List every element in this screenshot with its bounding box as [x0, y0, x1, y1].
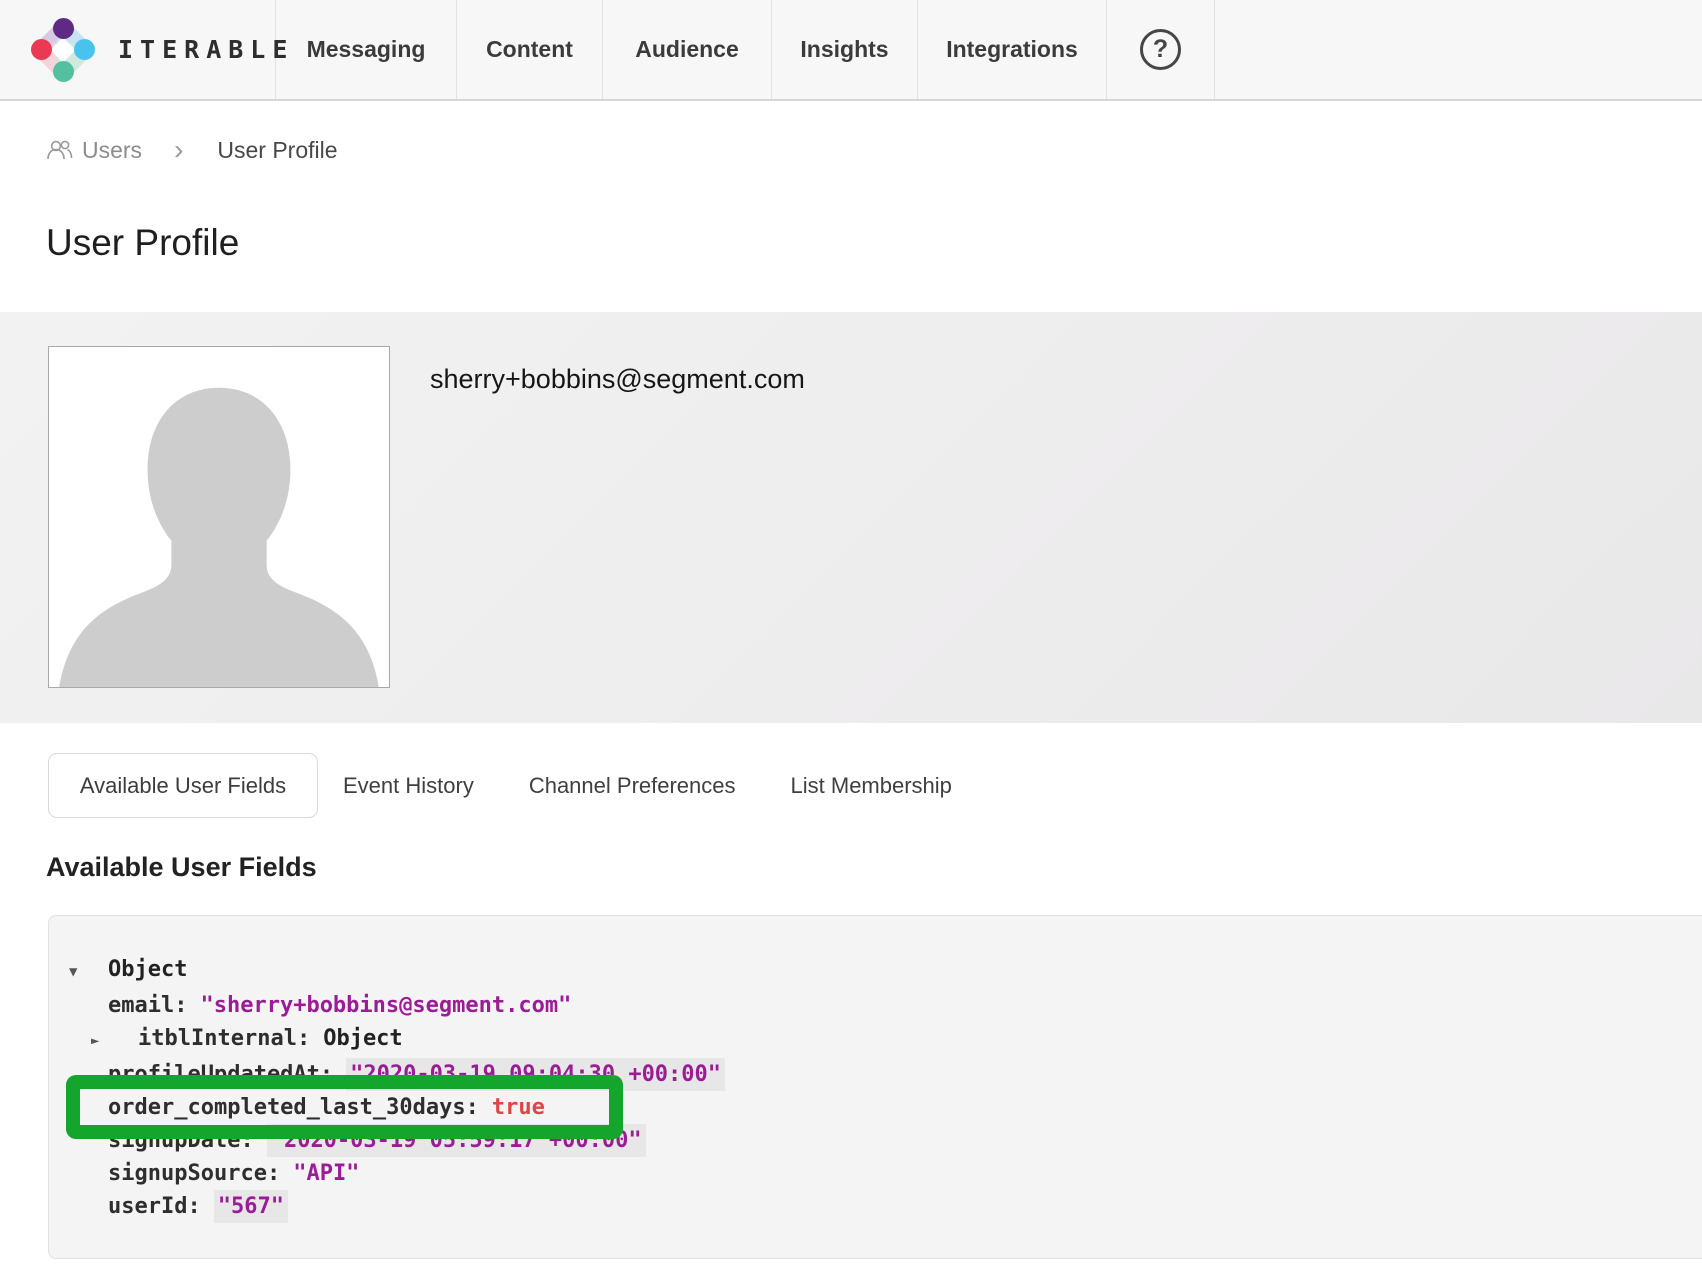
json-row-itblinternal: ► itblInternalObject: [69, 1022, 1702, 1058]
breadcrumb-current: User Profile: [217, 137, 337, 164]
tab-available-user-fields[interactable]: Available User Fields: [48, 753, 318, 818]
help-icon[interactable]: ?: [1140, 29, 1181, 70]
json-row-signupsource: signupSource"API": [69, 1157, 1702, 1190]
nav-help[interactable]: ?: [1107, 0, 1215, 99]
profile-tabs: Available User Fields Event History Chan…: [48, 753, 952, 818]
collapse-toggle-icon[interactable]: ▼: [69, 964, 77, 980]
nav-item-messaging[interactable]: Messaging: [276, 0, 457, 99]
tab-list-membership[interactable]: List Membership: [791, 773, 952, 799]
nav-item-insights[interactable]: Insights: [772, 0, 918, 99]
json-row-order-completed-last-30days: order_completed_last_30daystrue: [69, 1091, 1702, 1124]
breadcrumb-users-link[interactable]: Users: [46, 137, 142, 164]
page-title: User Profile: [46, 222, 239, 264]
json-row-signupdate: signupDate"2020-03-19 05:59:17 +00:00": [69, 1124, 1702, 1157]
tab-event-history[interactable]: Event History: [343, 773, 474, 799]
nav-item-audience[interactable]: Audience: [603, 0, 772, 99]
nav-item-integrations[interactable]: Integrations: [918, 0, 1107, 99]
brand-home-link[interactable]: ITERABLE: [0, 0, 276, 99]
brand-wordmark: ITERABLE: [118, 35, 294, 64]
breadcrumb-chevron-icon: ›: [174, 136, 183, 164]
tab-channel-preferences[interactable]: Channel Preferences: [529, 773, 736, 799]
json-row-email: email"sherry+bobbins@segment.com": [69, 989, 1702, 1022]
user-fields-panel: ▼ Object email"sherry+bobbins@segment.co…: [48, 915, 1702, 1259]
expand-toggle-icon[interactable]: ►: [91, 1033, 99, 1049]
breadcrumb: Users › User Profile: [46, 136, 338, 164]
top-nav: ITERABLE Messaging Content Audience Insi…: [0, 0, 1702, 101]
iterable-logo-icon: [30, 17, 96, 83]
section-heading: Available User Fields: [46, 852, 317, 883]
nav-item-content[interactable]: Content: [457, 0, 603, 99]
json-tree: ▼ Object email"sherry+bobbins@segment.co…: [69, 953, 1702, 1223]
json-root-label: Object: [108, 953, 187, 986]
profile-email: sherry+bobbins@segment.com: [430, 364, 805, 395]
users-icon: [46, 138, 73, 162]
profile-summary-band: sherry+bobbins@segment.com: [0, 312, 1702, 723]
json-root-row: ▼ Object: [69, 953, 1702, 989]
json-row-userid: userId"567": [69, 1190, 1702, 1223]
avatar: [48, 346, 390, 688]
json-row-profileupdatedat: profileUpdatedAt"2020-03-19 09:04:30 +00…: [69, 1058, 1702, 1091]
avatar-silhouette: [49, 347, 389, 687]
user-profile-page: ITERABLE Messaging Content Audience Insi…: [0, 0, 1702, 1276]
iterable-logo: ITERABLE: [30, 17, 294, 83]
